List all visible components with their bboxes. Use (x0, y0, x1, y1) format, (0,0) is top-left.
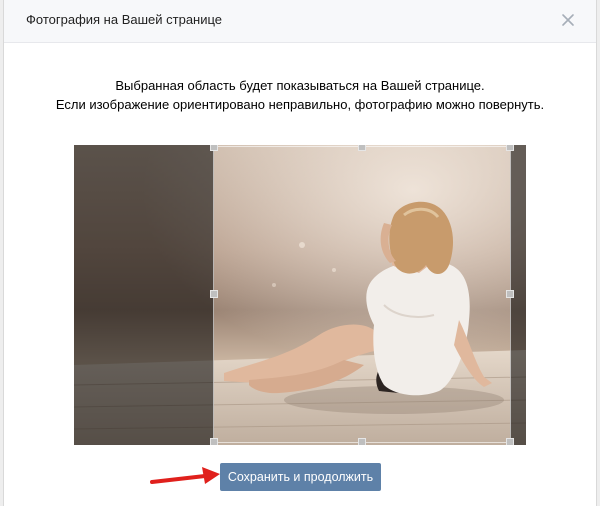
crop-handle-left[interactable] (210, 290, 218, 298)
crop-handle-bottom-right[interactable] (506, 438, 514, 445)
crop-handle-top-left[interactable] (210, 145, 218, 151)
description-line-2: Если изображение ориентировано неправиль… (55, 97, 545, 112)
red-arrow-icon (150, 465, 222, 487)
crop-handle-bottom-left[interactable] (210, 438, 218, 445)
photo-dialog: Фотография на Вашей странице Выбранная о… (4, 0, 596, 506)
crop-handle-bottom[interactable] (358, 438, 366, 445)
crop-handle-top[interactable] (358, 145, 366, 151)
description-line-1: Выбранная область будет показываться на … (115, 78, 485, 93)
crop-handle-top-right[interactable] (506, 145, 514, 151)
crop-handle-right[interactable] (506, 290, 514, 298)
close-icon[interactable] (558, 10, 578, 30)
dialog-title: Фотография на Вашей странице (26, 12, 223, 27)
photo-crop-area[interactable] (74, 145, 526, 445)
crop-mask-left (74, 145, 214, 445)
save-and-continue-button[interactable]: Сохранить и продолжить (220, 463, 381, 491)
dialog-header: Фотография на Вашей странице (4, 0, 596, 43)
crop-frame[interactable] (213, 146, 511, 443)
